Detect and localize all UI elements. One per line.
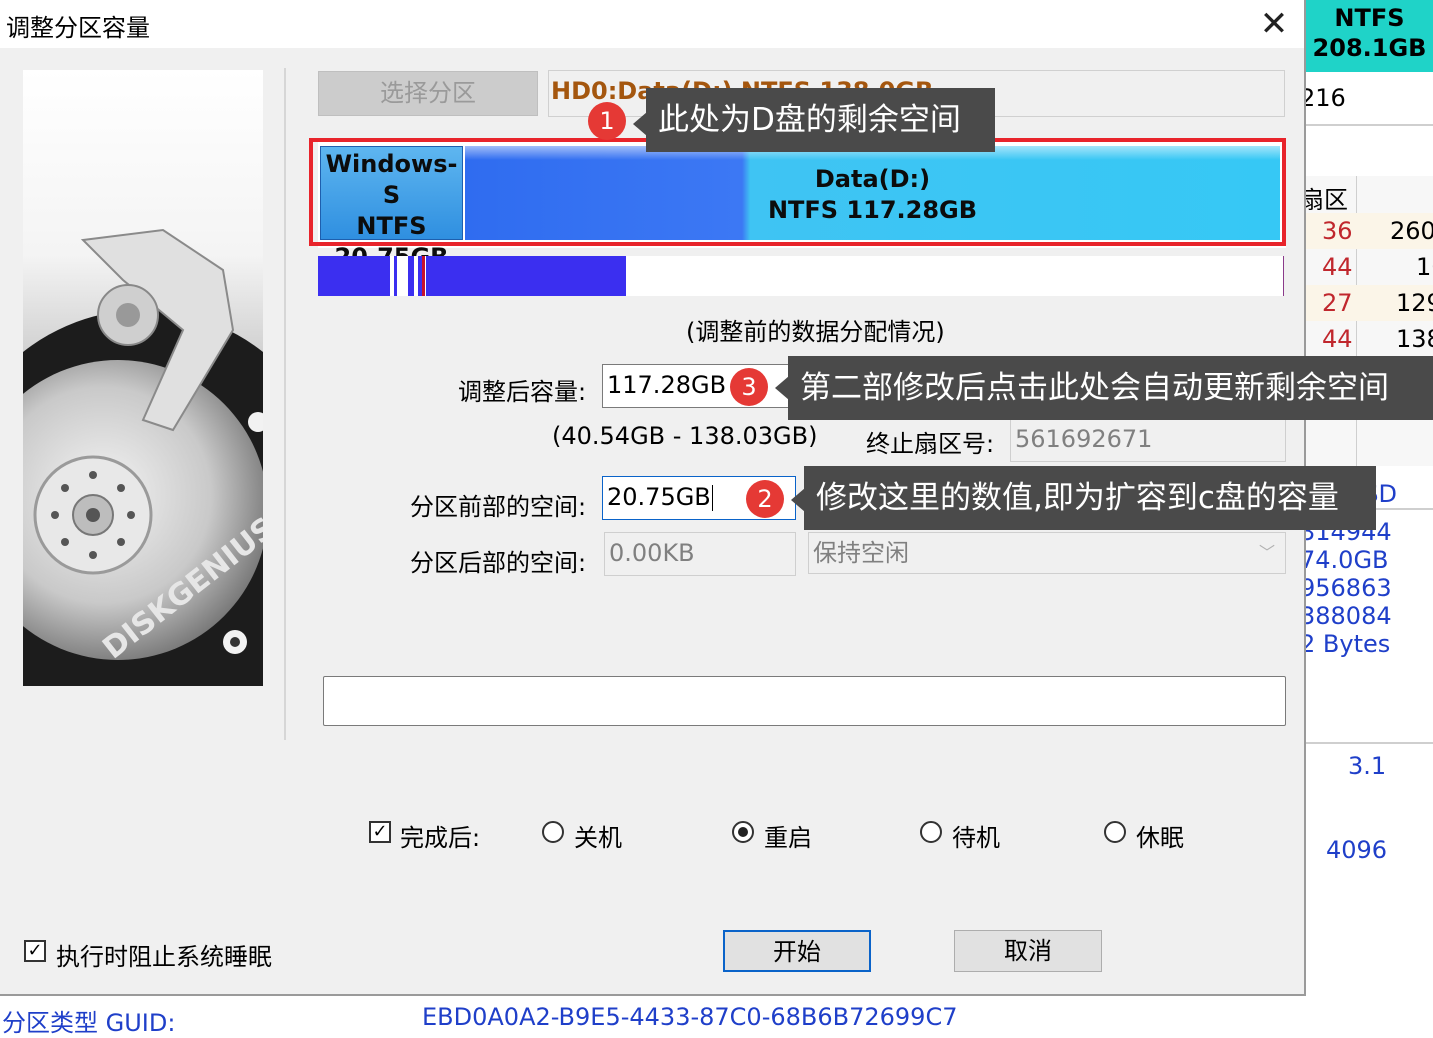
bg-table-rows: 36 260 44 16 27 129 44 138 9 208 5 1000 — [1306, 213, 1433, 465]
close-icon[interactable]: ✕ — [1254, 4, 1294, 44]
space-after-field: 0.00KB — [604, 532, 796, 576]
bg-value-216: 216 — [1300, 84, 1346, 112]
annotation-note-3: 第二部修改后点击此处会自动更新剩余空间 — [788, 356, 1433, 420]
option-standby-label: 待机 — [952, 824, 1000, 852]
table-cell: 16 — [1416, 253, 1433, 281]
table-cell: 260 — [1390, 217, 1433, 245]
table-cell: 27 — [1322, 289, 1353, 317]
keep-free-select[interactable]: 保持空闲 ﹀ — [808, 532, 1286, 574]
annotation-badge-2: 2 — [746, 480, 784, 518]
bg-value-3-1: 3.1 — [1348, 752, 1387, 780]
size-range-text: (40.54GB - 138.03GB) — [552, 422, 818, 450]
table-cell: 129 — [1396, 289, 1433, 317]
size-after-label: 调整后容量: — [458, 378, 587, 406]
prevent-sleep-label: 执行时阻止系统睡眠 — [56, 943, 272, 971]
bg-col-header: 扇区 — [1300, 186, 1348, 214]
annotation-badge-3: 3 — [730, 368, 768, 406]
table-cell: 36 — [1322, 217, 1353, 245]
header-fs: NTFS — [1334, 4, 1405, 32]
space-after-label: 分区后部的空间: — [410, 549, 587, 577]
space-before-value: 20.75GB — [607, 483, 711, 511]
distribution-caption: (调整前的数据分配情况) — [686, 318, 945, 346]
annotation-note-1: 此处为D盘的剩余空间 — [646, 88, 995, 152]
data-distribution-strip — [318, 256, 1284, 296]
bg-divider — [1306, 742, 1433, 744]
radio-standby[interactable] — [920, 821, 942, 843]
bg-info-value: 74.0GB — [1300, 546, 1389, 574]
size-after-value: 117.28GB — [607, 371, 727, 399]
table-cell: 44 — [1322, 253, 1353, 281]
select-partition-button[interactable]: 选择分区 — [318, 71, 538, 116]
table-cell: 44 — [1322, 325, 1353, 353]
callout-pointer — [633, 112, 647, 136]
bg-info-value: 388084 — [1300, 602, 1392, 630]
text-cursor — [711, 485, 713, 511]
after-done-label: 完成后: — [400, 824, 481, 852]
start-button[interactable]: 开始 — [723, 930, 871, 972]
annotation-badge-1: 1 — [588, 102, 626, 140]
highlight-box — [309, 138, 1286, 246]
chevron-down-icon: ﹀ — [1258, 543, 1275, 562]
bg-info-value: 956863 — [1300, 574, 1392, 602]
end-sector-field: 561692671 — [1010, 418, 1286, 462]
guid-label: 分区类型 GUID: — [2, 1009, 176, 1037]
option-hibernate-label: 休眠 — [1136, 824, 1184, 852]
option-restart-label: 重启 — [764, 824, 812, 852]
progress-bar — [323, 676, 1286, 726]
annotation-note-2: 修改这里的数值,即为扩容到c盘的容量 — [804, 466, 1376, 530]
space-after-value: 0.00KB — [609, 539, 695, 567]
callout-pointer — [775, 376, 789, 400]
radio-restart[interactable] — [732, 821, 754, 843]
bg-bottom-strip: 分区类型 GUID: EBD0A0A2-B9E5-4433-87C0-68B6B… — [0, 997, 1433, 1037]
radio-shutdown[interactable] — [542, 821, 564, 843]
callout-pointer — [791, 488, 805, 512]
cancel-button[interactable]: 取消 — [954, 930, 1102, 972]
after-done-checkbox[interactable]: ✓ — [369, 821, 391, 843]
table-cell: 138 — [1396, 325, 1433, 353]
option-shutdown-label: 关机 — [574, 824, 622, 852]
title-bar[interactable]: 调整分区容量 ✕ — [0, 0, 1304, 48]
bg-info-value: 2 Bytes — [1300, 630, 1391, 658]
bg-divider — [1306, 124, 1433, 126]
background-partition-header[interactable]: NTFS 208.1GB — [1306, 0, 1433, 72]
prevent-sleep-checkbox[interactable]: ✓ — [24, 940, 46, 962]
diskgenius-logo: DISKGENIUS — [23, 70, 263, 686]
bg-value-4096: 4096 — [1326, 836, 1388, 864]
keep-free-value: 保持空闲 — [813, 539, 909, 567]
header-size: 208.1GB — [1312, 34, 1427, 62]
end-sector-label: 终止扇区号: — [866, 430, 995, 458]
end-sector-value: 561692671 — [1015, 425, 1153, 453]
radio-hibernate[interactable] — [1104, 821, 1126, 843]
vertical-separator — [284, 68, 286, 740]
dialog-title: 调整分区容量 — [6, 14, 150, 42]
space-before-label: 分区前部的空间: — [410, 493, 587, 521]
